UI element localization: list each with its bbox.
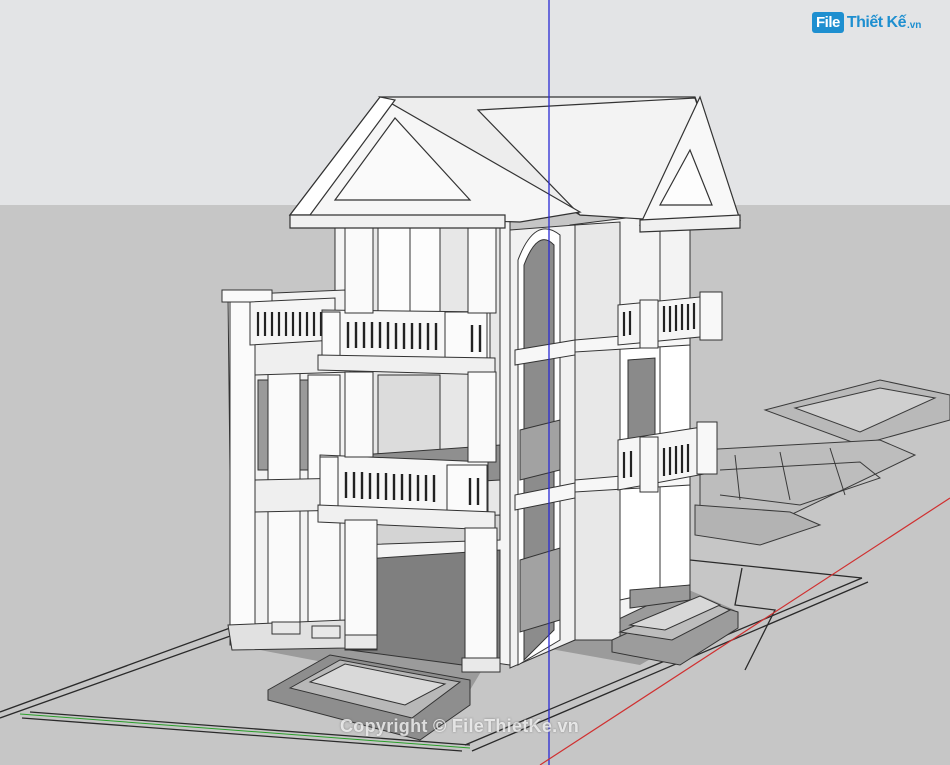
copyright-watermark: Copyright © FileThietKe.vn bbox=[340, 716, 580, 736]
logo-box: File bbox=[812, 12, 844, 33]
brand-logo: File Thiết Kế .vn bbox=[812, 12, 921, 33]
front-balcony-lower bbox=[317, 454, 496, 531]
sketchup-viewport[interactable]: File Thiết Kế .vn Copyright © FileThietK… bbox=[0, 0, 950, 765]
logo-suffix: .vn bbox=[906, 19, 922, 31]
arch-tower bbox=[509, 224, 576, 669]
right-block bbox=[569, 209, 691, 641]
front-balcony-upper bbox=[317, 309, 496, 376]
3d-scene[interactable] bbox=[0, 0, 950, 765]
logo-text: Thiết Kế bbox=[846, 13, 907, 31]
